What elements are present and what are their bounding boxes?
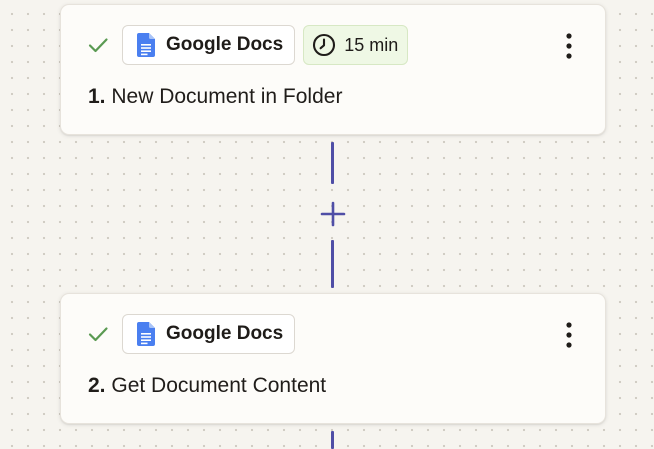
more-vertical-icon[interactable]: [559, 320, 579, 350]
app-badge[interactable]: Google Docs: [122, 25, 296, 65]
check-icon: [87, 34, 109, 56]
step-name: Get Document Content: [111, 374, 327, 397]
step-title: 2. Get Document Content: [88, 374, 326, 398]
clock-icon: [312, 33, 336, 57]
step-name: New Document in Folder: [111, 85, 343, 108]
connector-line: [331, 240, 334, 288]
app-name: Google Docs: [166, 34, 284, 55]
more-vertical-icon[interactable]: [559, 31, 579, 61]
app-badge[interactable]: Google Docs: [122, 314, 296, 354]
polling-interval-label: 15 min: [344, 34, 399, 55]
step-card-1[interactable]: Google Docs 15 min 1. New Document in Fo…: [60, 4, 606, 135]
step-number: 1.: [88, 85, 106, 108]
step-1-header: Google Docs 15 min: [87, 24, 409, 66]
step-card-2[interactable]: Google Docs 2. Get Document Content: [60, 293, 606, 424]
step-2-header: Google Docs: [87, 313, 296, 355]
connector-line: [331, 142, 334, 184]
zap-editor-canvas: Google Docs 15 min 1. New Document in Fo…: [0, 0, 654, 449]
plus-icon[interactable]: [317, 198, 349, 230]
google-docs-icon: [137, 33, 155, 57]
polling-interval-badge[interactable]: 15 min: [303, 25, 409, 65]
google-docs-icon: [137, 322, 155, 346]
step-title: 1. New Document in Folder: [88, 85, 342, 109]
app-name: Google Docs: [166, 323, 284, 344]
connector-line: [331, 431, 334, 449]
step-number: 2.: [88, 374, 106, 397]
check-icon: [87, 323, 109, 345]
